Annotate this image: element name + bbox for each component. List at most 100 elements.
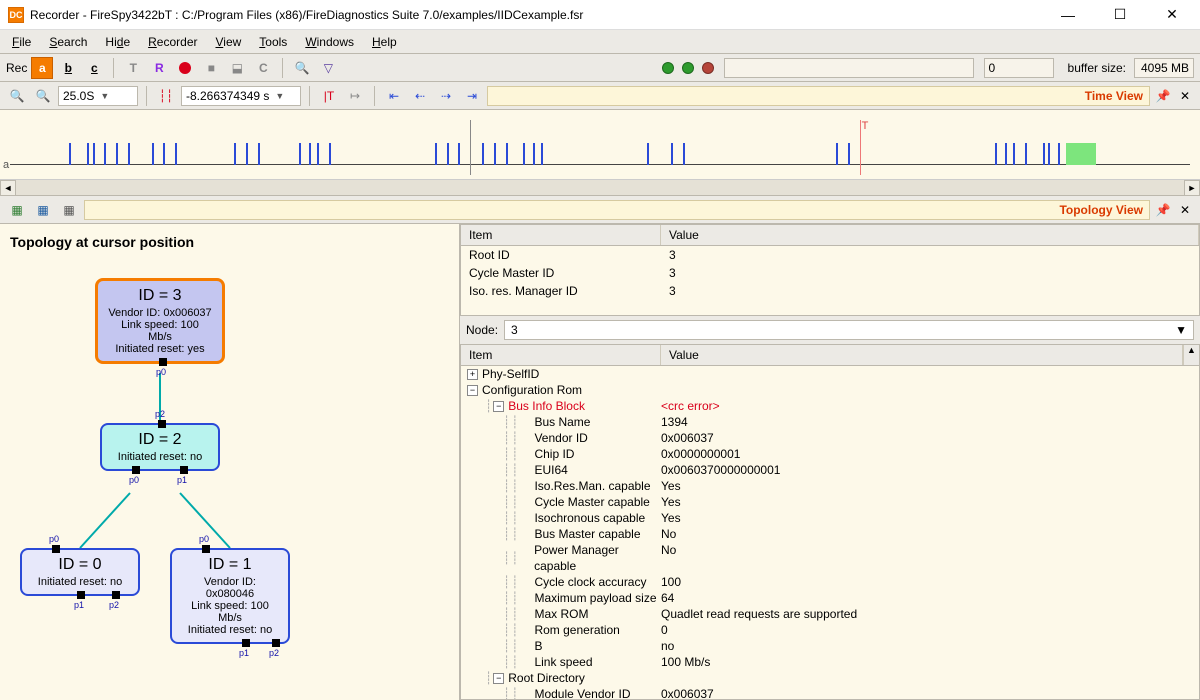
marker-t-icon[interactable]: |T (318, 85, 340, 107)
clear-button[interactable]: C (252, 57, 274, 79)
topology-title: Topology at cursor position (10, 234, 449, 250)
tree-row[interactable]: ┊┊Cycle clock accuracy100 (461, 574, 1199, 590)
tree-row[interactable]: ┊┊Bus Master capableNo (461, 526, 1199, 542)
minimize-button[interactable]: — (1048, 3, 1088, 27)
tree-row[interactable]: +Phy-SelfID (461, 366, 1199, 382)
menu-help[interactable]: Help (364, 32, 405, 52)
tree-toggle-icon[interactable]: − (493, 401, 504, 412)
counter-slot: 0 (984, 58, 1054, 78)
topology-toolbar: ▦ ▦ ▦ Topology View 📌 ✕ (0, 196, 1200, 224)
pin-icon[interactable]: 📌 (1154, 87, 1172, 105)
menu-tools[interactable]: Tools (251, 32, 295, 52)
time-toolbar: 🔍 🔍 25.0S▼ ┆┆ -8.266374349 s▼ |T ↦ ⇤ ⇠ ⇢… (0, 82, 1200, 110)
goto-start-icon[interactable]: ⇤ (383, 85, 405, 107)
tree-row[interactable]: ┊┊Module Vendor ID0x006037 (461, 686, 1199, 700)
tree-row[interactable]: ┊−Bus Info Block<crc error> (461, 398, 1199, 414)
cursor-icon[interactable]: ┆┆ (155, 85, 177, 107)
scroll-right-icon[interactable]: ► (1184, 180, 1200, 196)
window-title: Recorder - FireSpy3422bT : C:/Program Fi… (30, 8, 1048, 22)
record-button[interactable] (174, 57, 196, 79)
tree-row[interactable]: ┊┊Vendor ID0x006037 (461, 430, 1199, 446)
goto-end-icon[interactable]: ⇥ (461, 85, 483, 107)
menu-windows[interactable]: Windows (297, 32, 362, 52)
node-select[interactable]: 3▼ (504, 320, 1194, 340)
time-view-bar: Time View (487, 86, 1150, 106)
tree-row[interactable]: ┊┊EUI640x0060370000000001 (461, 462, 1199, 478)
tree-row[interactable]: ┊┊Link speed100 Mb/s (461, 654, 1199, 670)
green-block (1066, 143, 1096, 165)
time-scrollbar[interactable]: ◄ ► (0, 179, 1200, 195)
summary-row[interactable]: Root ID3 (461, 246, 1199, 264)
topo-close-icon[interactable]: ✕ (1176, 201, 1194, 219)
zoom-combo[interactable]: 25.0S▼ (58, 86, 138, 106)
topo-mode3-icon[interactable]: ▦ (58, 199, 80, 221)
trigger-r-button[interactable]: R (148, 57, 170, 79)
summary-row[interactable]: Cycle Master ID3 (461, 264, 1199, 282)
summary-hdr-item: Item (461, 225, 661, 245)
rec-b-button[interactable]: b (57, 57, 79, 79)
time-combo[interactable]: -8.266374349 s▼ (181, 86, 301, 106)
track-label-a: a (3, 159, 9, 171)
status-led-1 (662, 62, 674, 74)
menu-search[interactable]: Search (41, 32, 95, 52)
rec-label: Rec (6, 61, 27, 75)
progress-slot (724, 58, 974, 78)
scroll-left-icon[interactable]: ◄ (0, 180, 16, 196)
goto-next-icon[interactable]: ⇢ (435, 85, 457, 107)
time-view-label: Time View (1085, 89, 1143, 103)
tree-row[interactable]: ┊┊Bno (461, 638, 1199, 654)
topo-node-3[interactable]: ID = 3 Vendor ID: 0x006037 Link speed: 1… (95, 278, 225, 364)
close-panel-icon[interactable]: ✕ (1176, 87, 1194, 105)
maximize-button[interactable]: ☐ (1100, 3, 1140, 27)
topo-pin-icon[interactable]: 📌 (1154, 201, 1172, 219)
node-selector-bar: Node: 3▼ (460, 316, 1200, 344)
zoom-out-button[interactable]: 🔍 (291, 57, 313, 79)
details-pane: Item Value Root ID3Cycle Master ID3Iso. … (460, 224, 1200, 700)
tree-row[interactable]: −Configuration Rom (461, 382, 1199, 398)
marker-arrow-icon[interactable]: ↦ (344, 85, 366, 107)
tree-row[interactable]: ┊┊Max ROMQuadlet read requests are suppo… (461, 606, 1199, 622)
tree-toggle-icon[interactable]: − (467, 385, 478, 396)
tree-row[interactable]: ┊┊Rom generation0 (461, 622, 1199, 638)
goto-prev-icon[interactable]: ⇠ (409, 85, 431, 107)
tree-row[interactable]: ┊┊Maximum payload size64 (461, 590, 1199, 606)
app-icon: DC (8, 7, 24, 23)
menu-view[interactable]: View (207, 32, 249, 52)
topo-node-1[interactable]: p0 ID = 1 Vendor ID: 0x080046 Link speed… (170, 548, 290, 644)
menu-hide[interactable]: Hide (97, 32, 138, 52)
title-bar: DC Recorder - FireSpy3422bT : C:/Program… (0, 0, 1200, 30)
tree-toggle-icon[interactable]: − (493, 673, 504, 684)
rec-a-button[interactable]: a (31, 57, 53, 79)
tree-row[interactable]: ┊┊Bus Name1394 (461, 414, 1199, 430)
menu-file[interactable]: File (4, 32, 39, 52)
summary-row[interactable]: Iso. res. Manager ID3 (461, 282, 1199, 300)
time-view[interactable]: a ◄ ► (0, 110, 1200, 196)
menu-recorder[interactable]: Recorder (140, 32, 205, 52)
close-button[interactable]: ✕ (1152, 3, 1192, 27)
buffer-value: 4095 MB (1134, 58, 1194, 78)
tree-hdr-item: Item (461, 345, 661, 365)
topo-mode2-icon[interactable]: ▦ (32, 199, 54, 221)
topo-mode1-icon[interactable]: ▦ (6, 199, 28, 221)
tree-row[interactable]: ┊−Root Directory (461, 670, 1199, 686)
filter-button[interactable]: ▽ (317, 57, 339, 79)
tree-row[interactable]: ┊┊Isochronous capableYes (461, 510, 1199, 526)
topology-view-bar: Topology View (84, 200, 1150, 220)
node-label: Node: (466, 323, 498, 337)
rec-c-button[interactable]: c (83, 57, 105, 79)
trigger-t-button[interactable]: T (122, 57, 144, 79)
tree-toggle-icon[interactable]: + (467, 369, 478, 380)
tree-row[interactable]: ┊┊Power Manager capableNo (461, 542, 1199, 574)
zoom-in-icon[interactable]: 🔍 (6, 85, 28, 107)
topo-node-0[interactable]: p0 ID = 0 Initiated reset: no p1 p2 (20, 548, 140, 596)
zoom-out-icon[interactable]: 🔍 (32, 85, 54, 107)
status-led-2 (682, 62, 694, 74)
stop-button[interactable]: ■ (200, 57, 222, 79)
tree-row[interactable]: ┊┊Cycle Master capableYes (461, 494, 1199, 510)
download-button[interactable]: ⬓ (226, 57, 248, 79)
tree-row[interactable]: ┊┊Iso.Res.Man. capableYes (461, 478, 1199, 494)
tree-row[interactable]: ┊┊Chip ID0x0000000001 (461, 446, 1199, 462)
scroll-up-icon[interactable]: ▲ (1183, 345, 1199, 365)
topo-node-2[interactable]: p2 ID = 2 Initiated reset: no p0 p1 (100, 423, 220, 471)
details-tree[interactable]: Item Value ▲ +Phy-SelfID−Configuration R… (460, 344, 1200, 700)
